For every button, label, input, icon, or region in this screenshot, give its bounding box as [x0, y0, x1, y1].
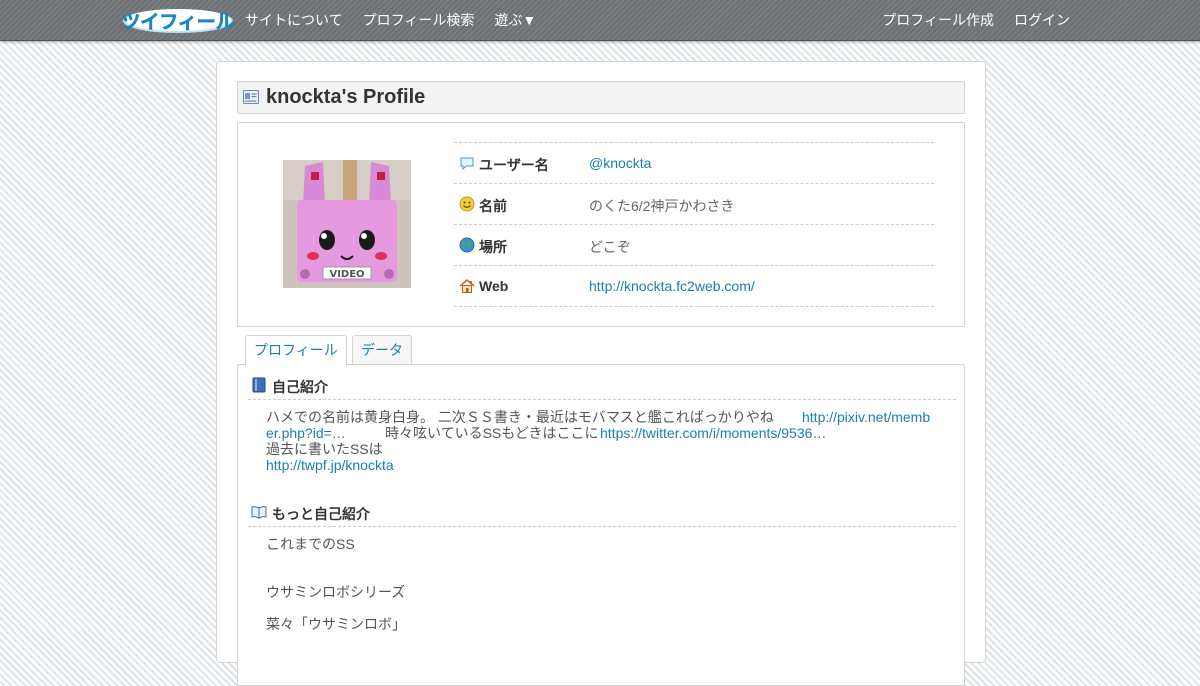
info-row-name: 名前 のくた6/2神戸かわさき [454, 184, 934, 225]
more-intro-section-header: もっと自己紹介 [248, 501, 956, 527]
pixiv-link[interactable]: http://pixiv.net/memb [802, 409, 930, 425]
speech-bubble-icon [460, 157, 474, 171]
page-title: knockta's Profile [266, 86, 426, 108]
tab-content-profile: 自己紹介 ハメでの名前は黄身白身。 二次ＳＳ書き・最近はモバマスと艦こればっかり… [237, 364, 965, 686]
pixiv-link-continued[interactable]: er.php?id=… [266, 425, 346, 441]
profile-summary: VIDEO ユーザー名 @knockta 名前 のくた6/2神戸かわさき 場所 … [237, 122, 965, 327]
logo-text: ツイフィール [122, 11, 234, 33]
nav-login-link[interactable]: ログイン [1014, 10, 1070, 30]
intro-section-title: 自己紹介 [272, 379, 328, 395]
location-value: どこぞ [589, 239, 631, 255]
more-intro-line: これまでのSS [266, 536, 355, 552]
nav-create-profile-link[interactable]: プロフィール作成 [882, 10, 994, 30]
logo-graphic: ツイフィール [121, 9, 235, 33]
web-label: Web [479, 278, 509, 294]
twitter-moments-link[interactable]: https://twitter.com/i/moments/9536… [600, 425, 826, 441]
avatar-image: VIDEO [283, 160, 411, 288]
location-label: 場所 [479, 239, 507, 255]
home-icon [459, 278, 475, 293]
avatar[interactable]: VIDEO [283, 160, 411, 288]
intro-section-header: 自己紹介 [248, 374, 956, 400]
main-content-card: knockta's Profile VIDEO ユーザー名 @knockta 名… [216, 61, 986, 686]
smiley-icon [459, 196, 475, 212]
web-link[interactable]: http://knockta.fc2web.com/ [589, 278, 755, 294]
notebook-icon [252, 377, 266, 393]
intro-text-line2: 時々呟いているSSもどきはここに [385, 425, 599, 441]
tab-profile[interactable]: プロフィール [245, 335, 347, 366]
info-row-web: Web http://knockta.fc2web.com/ [454, 266, 934, 307]
profile-info-table: ユーザー名 @knockta 名前 のくた6/2神戸かわさき 場所 どこぞ We… [454, 142, 934, 307]
intro-text-line3: 過去に書いたSSは [266, 441, 383, 457]
tab-data[interactable]: データ [352, 335, 412, 365]
more-intro-section-title: もっと自己紹介 [272, 506, 370, 522]
nav-left-group: サイトについて プロフィール検索 遊ぶ▼ [245, 0, 556, 40]
nav-about-link[interactable]: サイトについて [245, 10, 343, 30]
profile-title-bar: knockta's Profile [237, 81, 965, 114]
nav-profile-search-link[interactable]: プロフィール検索 [363, 10, 475, 30]
nav-play-dropdown[interactable]: 遊ぶ▼ [494, 10, 536, 30]
name-label: 名前 [479, 198, 507, 214]
avatar-label: VIDEO [329, 269, 364, 280]
name-value: のくた6/2神戸かわさき [589, 198, 735, 214]
globe-icon [459, 237, 475, 253]
intro-text-line1: ハメでの名前は黄身白身。 二次ＳＳ書き・最近はモバマスと艦こればっかりやね [266, 409, 774, 425]
nav-right-group: プロフィール作成 ログイン [862, 0, 1070, 40]
info-row-username: ユーザー名 @knockta [454, 143, 934, 184]
site-logo[interactable]: ツイフィール [121, 6, 235, 34]
open-book-icon [251, 506, 267, 519]
id-card-icon [243, 90, 259, 104]
username-label: ユーザー名 [479, 157, 549, 173]
info-row-location: 場所 どこぞ [454, 225, 934, 266]
username-link[interactable]: @knockta [589, 155, 651, 171]
twpf-link[interactable]: http://twpf.jp/knockta [266, 457, 394, 473]
top-navigation-bar: ツイフィール サイトについて プロフィール検索 遊ぶ▼ プロフィール作成 ログイ… [0, 0, 1200, 41]
more-intro-line: ウサミンロボシリーズ [266, 584, 406, 600]
